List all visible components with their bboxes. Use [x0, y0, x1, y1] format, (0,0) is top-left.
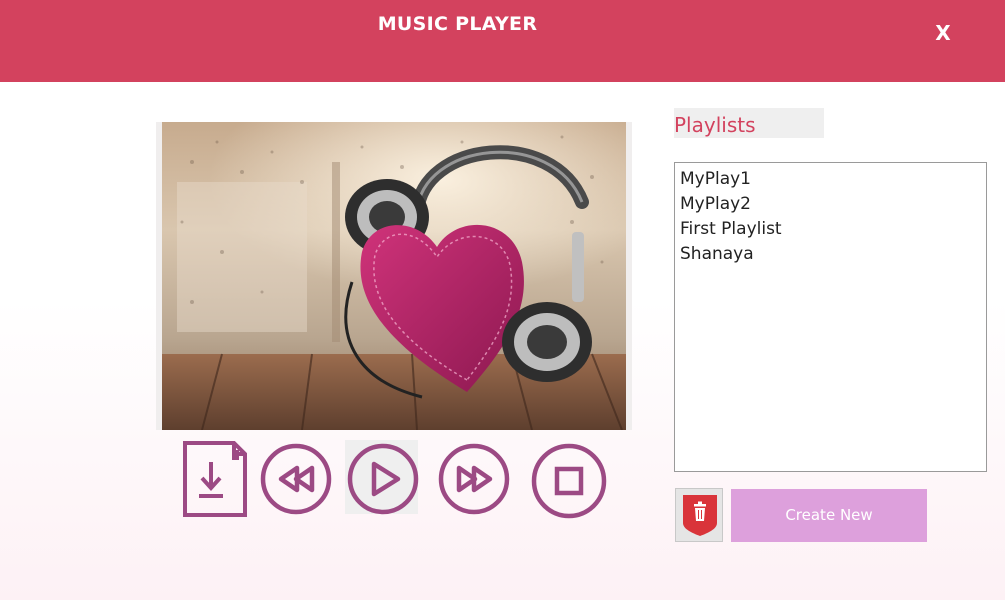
fast-forward-icon	[438, 443, 510, 515]
import-button[interactable]	[182, 440, 248, 518]
import-icon	[183, 441, 247, 517]
close-button[interactable]: X	[928, 18, 958, 48]
fast-forward-button[interactable]	[437, 442, 511, 516]
trash-icon	[683, 495, 717, 536]
play-icon	[347, 443, 419, 515]
list-item[interactable]: MyPlay1	[675, 167, 986, 192]
playlists-heading: Playlists	[674, 108, 824, 138]
play-button[interactable]	[346, 442, 420, 516]
playlist-list[interactable]: MyPlay1 MyPlay2 First Playlist Shanaya	[674, 162, 987, 472]
list-item[interactable]: Shanaya	[675, 242, 986, 267]
stop-icon	[531, 443, 607, 519]
list-item[interactable]: First Playlist	[675, 217, 986, 242]
stop-button[interactable]	[530, 442, 608, 520]
rewind-button[interactable]	[259, 442, 333, 516]
create-new-button[interactable]: Create New	[731, 489, 927, 542]
artwork-image	[162, 122, 626, 430]
window-title: MUSIC PLAYER	[377, 13, 538, 35]
title-bar: MUSIC PLAYER X	[0, 0, 1005, 82]
delete-playlist-button[interactable]	[675, 488, 723, 542]
rewind-icon	[260, 443, 332, 515]
album-artwork	[156, 122, 632, 430]
list-item[interactable]: MyPlay2	[675, 192, 986, 217]
